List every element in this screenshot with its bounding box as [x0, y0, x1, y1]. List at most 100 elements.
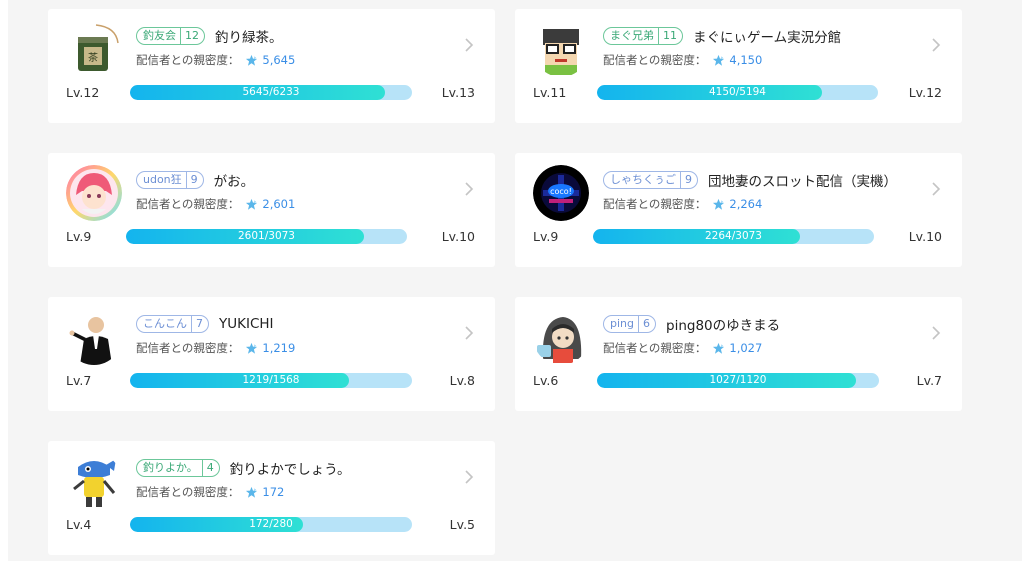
- fan-club-card[interactable]: まぐ兄弟 11 まぐにぃゲーム実況分館 配信者との親密度： 4,150 Lv.1…: [515, 9, 962, 123]
- fan-badge-name: こんこん: [143, 317, 187, 330]
- level-progress-text: 2601/3073: [238, 230, 295, 242]
- svg-text:coco!: coco!: [550, 187, 572, 196]
- chevron-right-icon[interactable]: [930, 325, 942, 341]
- level-progress-bar: 2601/3073: [126, 229, 407, 244]
- fan-badge-name: しゃちくぅご: [610, 173, 676, 186]
- affinity-row: 配信者との親密度： 1,219: [136, 340, 295, 356]
- green-tea-can-avatar[interactable]: 茶: [66, 21, 122, 77]
- fan-badge-level: 9: [680, 172, 697, 188]
- affinity-label: 配信者との親密度：: [136, 341, 240, 355]
- affinity-value: 2,264: [729, 197, 763, 211]
- chevron-right-icon[interactable]: [463, 469, 475, 485]
- chevron-right-icon[interactable]: [463, 325, 475, 341]
- fan-club-card[interactable]: udon狂 9 がお。 配信者との親密度： 2,601 Lv.9 2601/30…: [48, 153, 495, 267]
- affinity-row: 配信者との親密度： 4,150: [603, 52, 762, 68]
- card-header: ping 6 ping80のゆきまる: [603, 314, 780, 334]
- anime-girl-avatar[interactable]: [66, 165, 122, 221]
- next-level: Lv.10: [441, 229, 475, 244]
- chevron-right-icon[interactable]: [463, 181, 475, 197]
- fan-badge: まぐ兄弟 11: [603, 27, 683, 45]
- current-level: Lv.11: [533, 85, 567, 100]
- pixel-character-avatar[interactable]: [533, 21, 589, 77]
- fan-badge: 釣りよか。 4: [136, 459, 220, 477]
- next-level: Lv.5: [449, 517, 475, 532]
- fan-badge: udon狂 9: [136, 171, 204, 189]
- fan-badge-level: 7: [191, 316, 208, 332]
- affinity-value: 4,150: [729, 53, 763, 67]
- fish-mascot-avatar[interactable]: [66, 453, 122, 509]
- streamer-name[interactable]: 釣り緑茶。: [215, 26, 283, 46]
- next-level: Lv.8: [449, 373, 475, 388]
- affinity-row: 配信者との親密度： 1,027: [603, 340, 762, 356]
- streamer-name[interactable]: 釣りよかでしょう。: [230, 458, 351, 478]
- level-progress-text: 2264/3073: [705, 230, 762, 242]
- level-progress-text: 1219/1568: [242, 374, 300, 386]
- streamer-name[interactable]: 団地妻のスロット配信（実機）: [708, 170, 897, 190]
- affinity-label: 配信者との親密度：: [603, 341, 707, 355]
- affinity-label: 配信者との親密度：: [136, 53, 240, 67]
- fan-club-card[interactable]: coco! しゃちくぅご 9 団地妻のスロット配信（実機） 配信者との親密度： …: [515, 153, 962, 267]
- affinity-value: 5,645: [262, 53, 296, 67]
- star-icon: [245, 54, 258, 67]
- fan-club-card[interactable]: 釣りよか。 4 釣りよかでしょう。 配信者との親密度： 172 Lv.4 172…: [48, 441, 495, 555]
- streamer-name[interactable]: がお。: [214, 170, 255, 190]
- affinity-value: 172: [262, 485, 285, 499]
- fan-badge: しゃちくぅご 9: [603, 171, 698, 189]
- hooded-character-avatar[interactable]: [533, 309, 589, 365]
- streamer-name[interactable]: ping80のゆきまる: [666, 314, 780, 334]
- fan-badge-level: 9: [185, 172, 203, 188]
- fan-club-card[interactable]: ping 6 ping80のゆきまる 配信者との親密度： 1,027 Lv.6 …: [515, 297, 962, 411]
- affinity-value: 1,027: [729, 341, 763, 355]
- fan-badge-name: まぐ兄弟: [610, 29, 654, 42]
- streamer-name[interactable]: YUKICHI: [219, 316, 274, 332]
- next-level: Lv.7: [916, 373, 942, 388]
- fan-badge-level: 12: [180, 28, 204, 44]
- affinity-row: 配信者との親密度： 2,601: [136, 196, 295, 212]
- card-header: udon狂 9 がお。: [136, 170, 254, 190]
- fan-badge-level: 11: [658, 28, 682, 44]
- fan-badge-name: 釣友会: [143, 29, 176, 42]
- level-progress-bar: 4150/5194: [597, 85, 878, 100]
- affinity-value: 2,601: [262, 197, 296, 211]
- current-level: Lv.9: [66, 229, 92, 244]
- neon-logo-avatar[interactable]: coco!: [533, 165, 589, 221]
- star-icon: [712, 54, 725, 67]
- current-level: Lv.12: [66, 85, 100, 100]
- star-icon: [712, 198, 725, 211]
- fan-club-card[interactable]: 茶 釣友会 12 釣り緑茶。 配信者との親密度： 5,645 Lv.12 564…: [48, 9, 495, 123]
- fan-badge: 釣友会 12: [136, 27, 205, 45]
- next-level: Lv.12: [908, 85, 942, 100]
- fan-club-card[interactable]: こんこん 7 YUKICHI 配信者との親密度： 1,219 Lv.7 1219…: [48, 297, 495, 411]
- star-icon: [245, 198, 258, 211]
- chevron-right-icon[interactable]: [930, 37, 942, 53]
- affinity-label: 配信者との親密度：: [136, 485, 240, 499]
- star-icon: [712, 342, 725, 355]
- chevron-right-icon[interactable]: [930, 181, 942, 197]
- level-progress-bar: 2264/3073: [593, 229, 874, 244]
- current-level: Lv.7: [66, 373, 92, 388]
- chevron-right-icon[interactable]: [463, 37, 475, 53]
- fan-badge-level: 6: [638, 316, 655, 332]
- affinity-row: 配信者との親密度： 2,264: [603, 196, 762, 212]
- next-level: Lv.13: [441, 85, 475, 100]
- current-level: Lv.9: [533, 229, 559, 244]
- fan-club-card-grid: 茶 釣友会 12 釣り緑茶。 配信者との親密度： 5,645 Lv.12 564…: [48, 9, 962, 555]
- man-in-suit-avatar[interactable]: [66, 309, 122, 365]
- streamer-name[interactable]: まぐにぃゲーム実況分館: [693, 26, 841, 46]
- affinity-row: 配信者との親密度： 5,645: [136, 52, 295, 68]
- card-header: 釣りよか。 4 釣りよかでしょう。: [136, 458, 350, 478]
- affinity-row: 配信者との親密度： 172: [136, 484, 284, 500]
- star-icon: [245, 486, 258, 499]
- level-progress-text: 172/280: [249, 518, 293, 530]
- affinity-value: 1,219: [262, 341, 296, 355]
- level-progress-bar: 1027/1120: [597, 373, 879, 388]
- affinity-label: 配信者との親密度：: [136, 197, 240, 211]
- level-progress-bar: 5645/6233: [130, 85, 412, 100]
- fan-badge-name: ping: [610, 317, 634, 330]
- level-progress-text: 4150/5194: [709, 86, 766, 98]
- card-header: 釣友会 12 釣り緑茶。: [136, 26, 283, 46]
- level-progress-bar: 1219/1568: [130, 373, 412, 388]
- card-header: しゃちくぅご 9 団地妻のスロット配信（実機）: [603, 170, 897, 190]
- next-level: Lv.10: [908, 229, 942, 244]
- star-icon: [245, 342, 258, 355]
